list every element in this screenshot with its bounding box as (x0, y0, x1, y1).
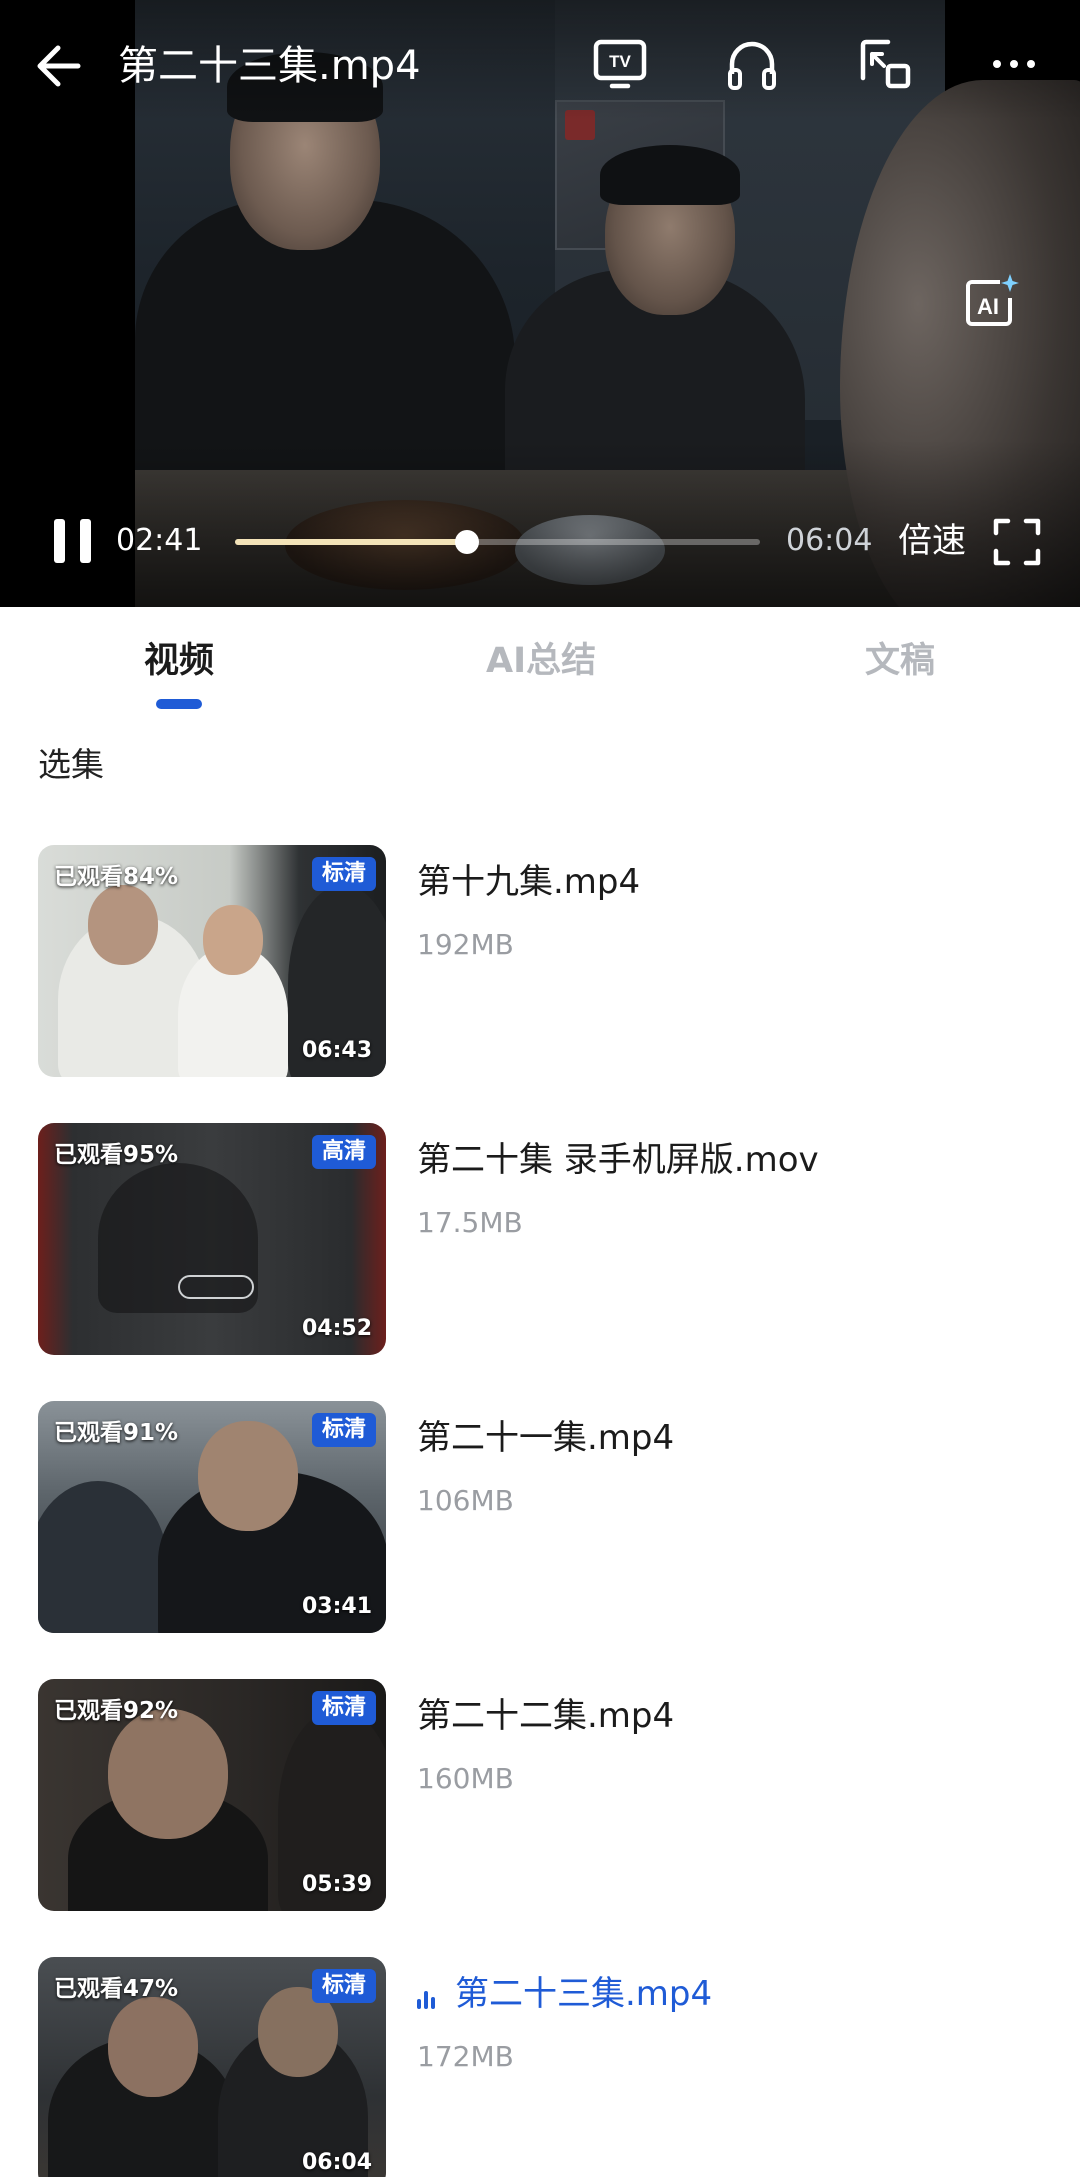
content-tabs: 视频 AI总结 文稿 (0, 607, 1080, 717)
tab-transcript[interactable]: 文稿 (865, 635, 935, 687)
video-player[interactable]: 第二十三集.mp4 TV AI 02:41 06:04 倍速 (0, 0, 1080, 607)
progress-knob[interactable] (455, 530, 480, 554)
ai-icon-label: AI (977, 294, 999, 319)
duration-label: 03:41 (301, 1594, 372, 1619)
watched-progress: 已观看47% (54, 1976, 179, 2002)
speed-button[interactable]: 倍速 (898, 515, 966, 567)
screen-overlay-pill (178, 1275, 254, 1299)
current-time: 02:41 (116, 523, 203, 558)
total-time: 06:04 (786, 523, 873, 558)
episode-thumbnail[interactable]: 已观看91% 标清 03:41 (38, 1401, 386, 1633)
episode-title: 第十九集.mp4 (417, 862, 641, 902)
episode-title: 第二十三集.mp4 (455, 1974, 713, 2014)
episode-title: 第二十一集.mp4 (417, 1418, 675, 1458)
quality-badge: 标清 (311, 1969, 376, 2003)
pause-icon[interactable] (52, 519, 94, 563)
watched-progress: 已观看92% (54, 1698, 179, 1724)
section-title: 选集 (38, 745, 104, 784)
watched-progress: 已观看95% (54, 1142, 179, 1168)
episode-title: 第二十集 录手机屏版.mov (417, 1140, 819, 1180)
episode-item[interactable]: 已观看91% 标清 03:41 第二十一集.mp4 106MB (0, 1401, 1080, 1633)
tab-video[interactable]: 视频 (144, 635, 214, 687)
pip-icon[interactable] (856, 34, 916, 94)
episode-thumbnail[interactable]: 已观看84% 标清 06:43 (38, 845, 386, 1077)
fullscreen-icon[interactable] (992, 517, 1042, 567)
episode-title: 第二十二集.mp4 (417, 1696, 675, 1736)
episode-thumbnail[interactable]: 已观看47% 标清 06:04 (38, 1957, 386, 2177)
quality-badge: 标清 (311, 1691, 376, 1725)
episode-size: 160MB (417, 1762, 514, 1795)
duration-label: 06:43 (301, 1038, 372, 1063)
app-root: 第二十三集.mp4 TV AI 02:41 06:04 倍速 视频 AI总结 文… (0, 0, 1080, 2177)
duration-label: 04:52 (301, 1316, 372, 1341)
episode-size: 192MB (417, 928, 514, 961)
watched-progress: 已观看84% (54, 864, 179, 890)
progress-bar[interactable] (235, 530, 760, 554)
episode-item-current[interactable]: 已观看47% 标清 06:04 第二十三集.mp4 172MB (0, 1957, 1080, 2177)
episode-size: 106MB (417, 1484, 514, 1517)
active-tab-indicator (156, 699, 202, 709)
episode-item[interactable]: 已观看95% 高清 04:52 第二十集 录手机屏版.mov 17.5MB (0, 1123, 1080, 1355)
episode-item[interactable]: 已观看92% 标清 05:39 第二十二集.mp4 160MB (0, 1679, 1080, 1911)
watched-progress: 已观看91% (54, 1420, 179, 1446)
episode-thumbnail[interactable]: 已观看95% 高清 04:52 (38, 1123, 386, 1355)
more-icon[interactable] (984, 34, 1044, 94)
progress-fill (235, 539, 468, 545)
now-playing-icon (417, 1985, 441, 2009)
quality-badge: 高清 (311, 1135, 376, 1169)
player-title: 第二十三集.mp4 (118, 43, 421, 89)
ai-spark-icon[interactable]: AI (960, 272, 1020, 332)
episode-item[interactable]: 已观看84% 标清 06:43 第十九集.mp4 192MB (0, 845, 1080, 1077)
back-arrow-icon[interactable] (30, 36, 90, 96)
headphones-icon[interactable] (722, 34, 782, 94)
episode-size: 172MB (417, 2040, 514, 2073)
duration-label: 06:04 (301, 2150, 372, 2175)
player-topbar: 第二十三集.mp4 TV (0, 0, 1080, 130)
duration-label: 05:39 (301, 1872, 372, 1897)
player-controls: 02:41 06:04 倍速 (0, 505, 1080, 575)
quality-badge: 标清 (311, 857, 376, 891)
episode-size: 17.5MB (417, 1206, 523, 1239)
tv-icon-label: TV (609, 52, 631, 71)
tv-cast-icon[interactable]: TV (590, 34, 650, 94)
quality-badge: 标清 (311, 1413, 376, 1447)
tab-ai-summary[interactable]: AI总结 (486, 635, 596, 687)
episode-thumbnail[interactable]: 已观看92% 标清 05:39 (38, 1679, 386, 1911)
